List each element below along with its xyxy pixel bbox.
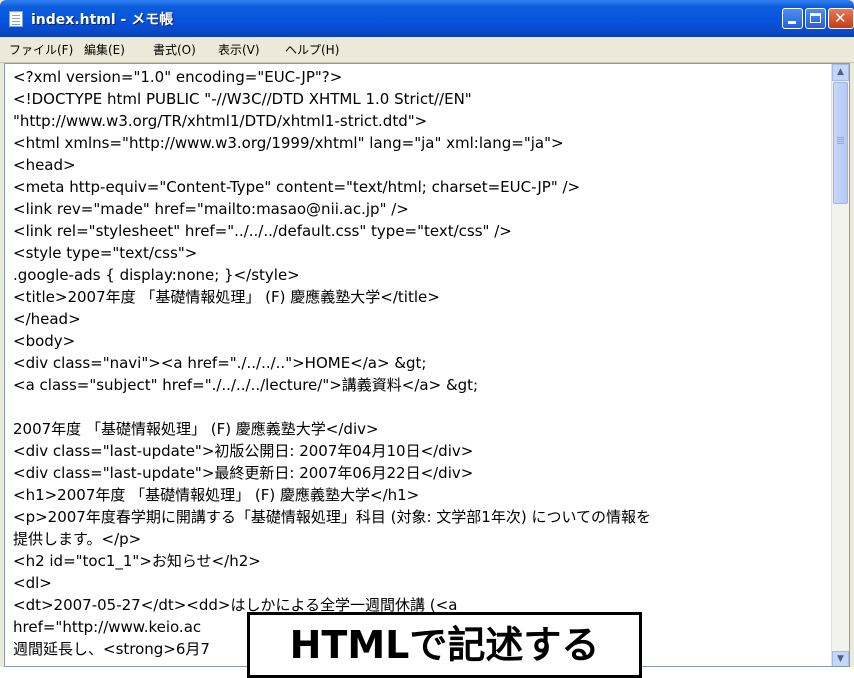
code-line: <title>2007年度 「基礎情報処理」 (F) 慶應義塾大学</title…	[13, 288, 440, 306]
code-line: <link rev="made" href="mailto:masao@nii.…	[13, 200, 409, 218]
code-line: </head>	[13, 310, 81, 328]
code-line: 2007年度 「基礎情報処理」 (F) 慶應義塾大学</div>	[13, 420, 379, 438]
menu-bar: ファイル(F) 編集(E) 書式(O) 表示(V) ヘルプ(H)	[0, 37, 854, 63]
code-line: <div class="last-update">最終更新日: 2007年06月…	[13, 464, 474, 482]
notepad-icon	[9, 11, 23, 27]
maximize-button[interactable]	[805, 8, 826, 29]
window-title: index.html - メモ帳	[31, 12, 174, 28]
close-icon: ✕	[834, 9, 847, 27]
code-line: <div class="navi"><a href="./../../..">H…	[13, 354, 427, 372]
code-line: "http://www.w3.org/TR/xhtml1/DTD/xhtml1-…	[13, 112, 428, 130]
caption-overlay: HTMLで記述する	[247, 612, 642, 678]
code-line: <h2 id="toc1_1">お知らせ</h2>	[13, 552, 261, 570]
code-line: 提供します。</p>	[13, 530, 142, 548]
menu-file[interactable]: ファイル(F)	[9, 41, 73, 58]
chevron-down-icon: ▼	[837, 654, 844, 664]
code-line: <meta http-equiv="Content-Type" content=…	[13, 178, 581, 196]
text-editor-area[interactable]: <?xml version="1.0" encoding="EUC-JP"?> …	[4, 63, 850, 667]
code-line: <style type="text/css">	[13, 244, 198, 262]
minimize-button[interactable]	[782, 8, 803, 29]
code-line: <!DOCTYPE html PUBLIC "-//W3C//DTD XHTML…	[13, 90, 472, 108]
close-button[interactable]: ✕	[828, 8, 854, 29]
scroll-up-button[interactable]: ▲	[832, 64, 849, 81]
code-line: <head>	[13, 156, 76, 174]
code-line: <p>2007年度春学期に開講する「基礎情報処理」科目 (対象: 文学部1年次)…	[13, 508, 651, 526]
code-line: <div class="last-update">初版公開日: 2007年04月…	[13, 442, 474, 460]
minimize-icon	[788, 21, 796, 24]
code-line: <dl>	[13, 574, 52, 592]
notepad-window: index.html - メモ帳 ✕ ファイル(F) 編集(E) 書式(O) 表…	[0, 0, 854, 678]
code-line: <body>	[13, 332, 76, 350]
title-bar[interactable]: index.html - メモ帳 ✕	[0, 0, 854, 37]
vertical-scrollbar[interactable]: ▲ ▼	[831, 64, 849, 666]
menu-help[interactable]: ヘルプ(H)	[285, 41, 339, 58]
code-line: .google-ads { display:none; }</style>	[13, 266, 300, 284]
caption-text: HTMLで記述する	[289, 623, 600, 667]
code-line: <html xmlns="http://www.w3.org/1999/xhtm…	[13, 134, 564, 152]
menu-view[interactable]: 表示(V)	[218, 41, 260, 58]
menu-format[interactable]: 書式(O)	[153, 41, 196, 58]
chevron-up-icon: ▲	[837, 67, 844, 77]
maximize-icon	[810, 13, 821, 23]
code-line: <a class="subject" href="./../../../lect…	[13, 376, 479, 394]
scrollbar-thumb[interactable]	[833, 82, 848, 204]
scroll-down-button[interactable]: ▼	[832, 651, 849, 666]
grip-icon	[837, 137, 844, 138]
code-line: <link rel="stylesheet" href="../../../de…	[13, 222, 512, 240]
menu-edit[interactable]: 編集(E)	[84, 41, 125, 58]
code-line: <h1>2007年度 「基礎情報処理」 (F) 慶應義塾大学</h1>	[13, 486, 420, 504]
code-line: <?xml version="1.0" encoding="EUC-JP"?>	[13, 68, 343, 86]
